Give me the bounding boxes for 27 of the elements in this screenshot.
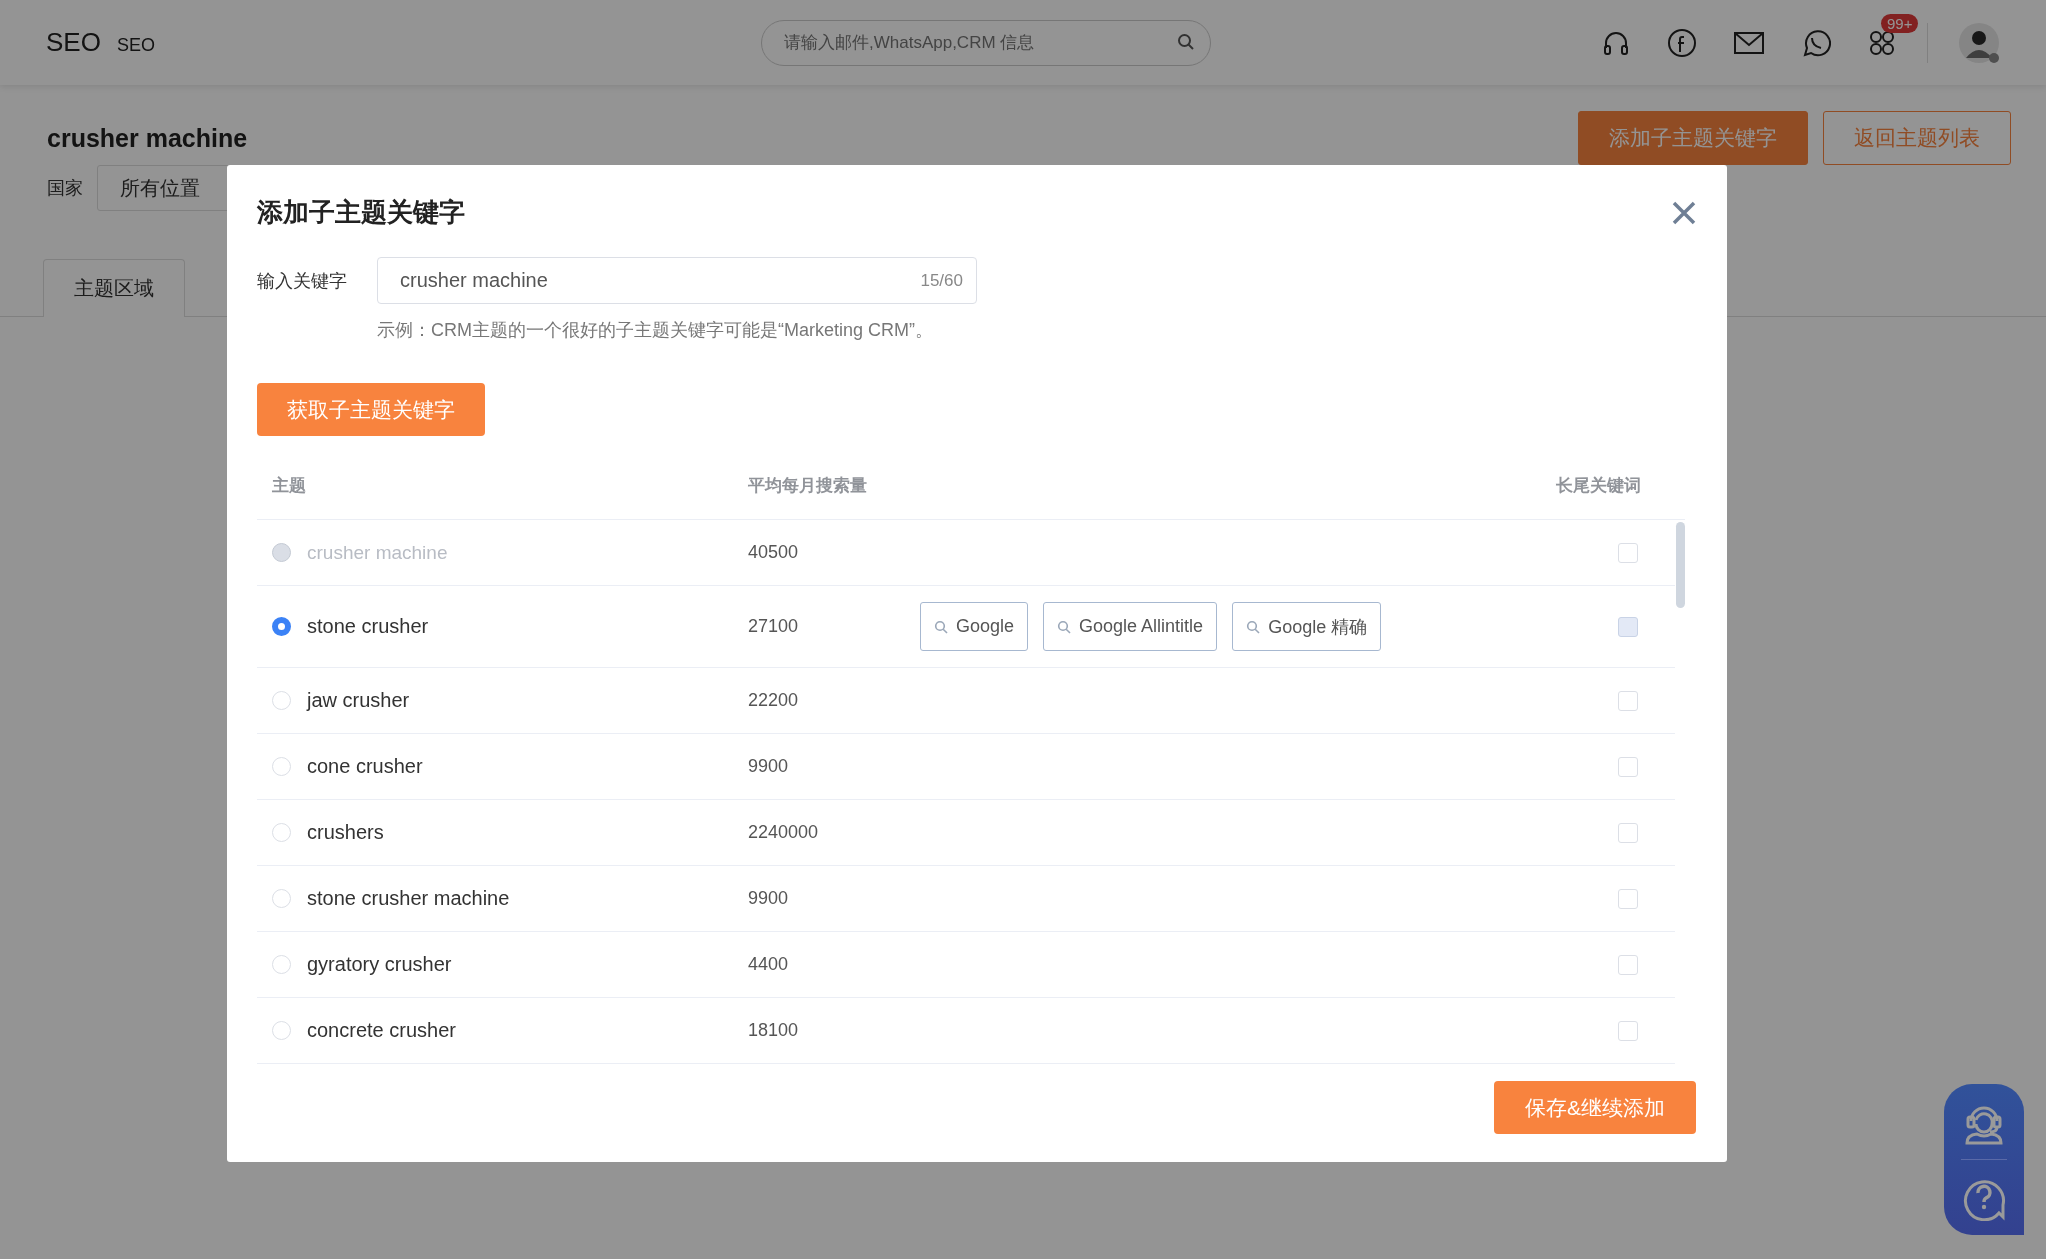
search-volume: 4400	[748, 954, 790, 975]
column-header: 平均每月搜索量	[748, 474, 868, 497]
search-volume: 40500	[748, 542, 800, 563]
app-logo: SEO	[46, 27, 101, 58]
topic-text: stone crusher machine	[307, 887, 510, 910]
topic-text: concrete crusher	[307, 1019, 456, 1042]
topic-text: jaw crusher	[307, 689, 410, 712]
search-volume: 9900	[748, 888, 790, 909]
search-volume: 9900	[748, 756, 790, 777]
character-counter: 15/60	[920, 271, 963, 291]
search-volume: 27100	[748, 616, 800, 637]
country-label: 国家	[47, 177, 83, 200]
topic-text: crusher machine	[307, 541, 448, 564]
search-volume: 18100	[748, 1020, 800, 1041]
topic-text: gyratory crusher	[307, 953, 452, 976]
topic-text: crushers	[307, 821, 384, 844]
field-label: 输入关键字	[257, 269, 348, 293]
topic-text: cone crusher	[307, 755, 423, 778]
search-volume: 2240000	[748, 822, 820, 843]
column-header: 主题	[271, 474, 307, 497]
search-volume: 22200	[748, 690, 800, 711]
notification-badge: 99+	[1881, 13, 1919, 33]
column-header: 长尾关键词	[1555, 474, 1642, 497]
app-subtitle: SEO	[116, 35, 155, 56]
page-title: crusher machine	[47, 123, 248, 153]
hint-text: 示例：CRM主题的一个很好的子主题关键字可能是“Marketing CRM”。	[377, 319, 934, 342]
topic-text: stone crusher	[307, 615, 429, 638]
